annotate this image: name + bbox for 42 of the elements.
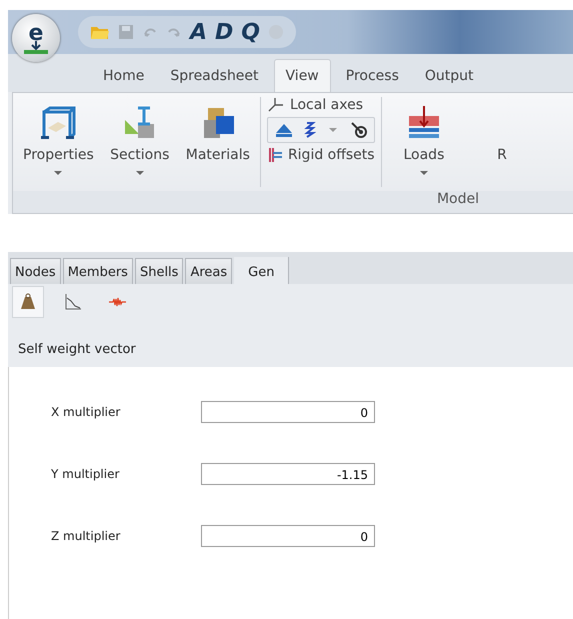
button-label: Materials [186, 147, 250, 163]
icon-button-group[interactable] [266, 117, 375, 143]
letter-button[interactable]: A [190, 20, 208, 44]
caret-icon [328, 128, 337, 132]
field-label: Y multiplier [50, 467, 120, 481]
ribbon-button[interactable]: Loads [388, 97, 460, 175]
ribbon-button[interactable]: Local axes [266, 97, 375, 113]
ribbon-button[interactable]: Sections [104, 97, 176, 175]
input-field[interactable]: 0 [201, 401, 375, 423]
support-icon [274, 122, 294, 138]
field-label: X multiplier [50, 405, 122, 419]
button-label: Sections [110, 147, 170, 163]
ribbon-tab[interactable]: View [274, 59, 331, 92]
axes-icon [266, 97, 285, 113]
button-label: R [497, 147, 507, 163]
ribbon-button[interactable]: Rigid offsets [266, 147, 375, 163]
field-label: Z multiplier [50, 529, 122, 543]
weight-icon[interactable] [12, 286, 44, 318]
folder-icon[interactable] [90, 24, 110, 40]
input-field[interactable]: 0 [201, 525, 375, 547]
panel-tab[interactable]: Areas [185, 258, 232, 284]
spring-icon [304, 121, 316, 139]
group-label: Model [13, 191, 573, 213]
offset-icon [266, 147, 283, 163]
ribbon-tab[interactable]: Process [334, 60, 410, 92]
panel-tab[interactable]: Members [62, 258, 133, 284]
panel-tab[interactable]: Nodes [10, 258, 61, 284]
letter-button[interactable]: D [215, 20, 234, 44]
input-field[interactable]: -1.15 [201, 463, 375, 485]
ribbon-tab[interactable]: Spreadsheet [159, 60, 270, 92]
button-label: Properties [23, 147, 94, 163]
panel-tab[interactable]: Gen [234, 257, 290, 284]
ribbon-button[interactable]: Materials [182, 97, 254, 163]
letter-button[interactable]: Q [241, 20, 260, 44]
panel-tab[interactable]: Shells [134, 258, 184, 284]
ribbon-button[interactable]: R [466, 97, 538, 163]
section-title: Self weight vector [17, 341, 137, 359]
button-label: Loads [403, 147, 444, 163]
ribbon-tab[interactable]: Output [414, 60, 485, 92]
ribbon-button[interactable]: Properties [19, 97, 98, 175]
hinge-icon [350, 121, 368, 139]
ribbon-tab[interactable]: Home [92, 60, 156, 92]
